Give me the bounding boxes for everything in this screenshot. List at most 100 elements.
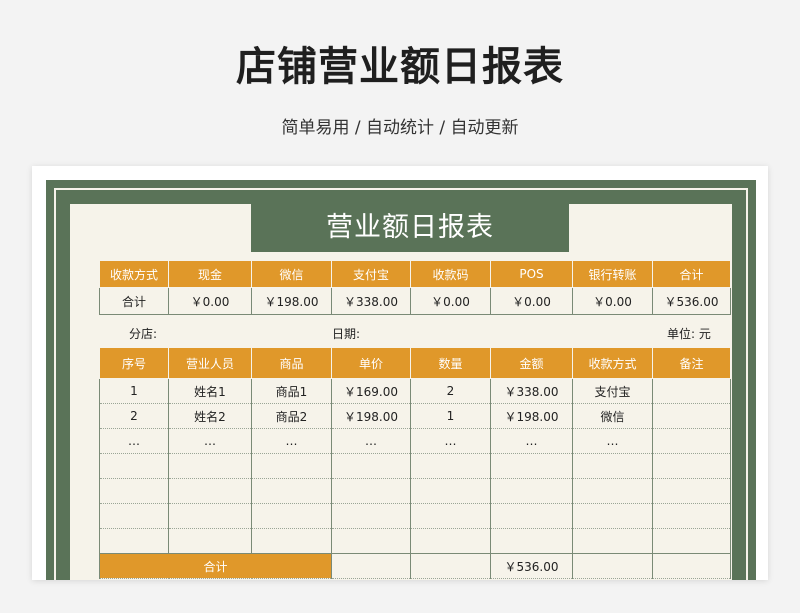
- table-cell[interactable]: 2: [410, 378, 491, 404]
- green-frame: 营业额日报表 收款方式 现金 微信 支付宝 收款码 POS 银行转账 合计 合计…: [46, 180, 756, 580]
- summary-cell[interactable]: ￥0.00: [410, 287, 491, 315]
- table-row: 2 姓名2 商品2 ￥198.00 1 ￥198.00 微信: [99, 403, 731, 429]
- table-cell[interactable]: …: [168, 428, 252, 454]
- table-cell[interactable]: [490, 478, 573, 504]
- table-cell[interactable]: [331, 478, 411, 504]
- table-cell[interactable]: [410, 453, 491, 479]
- table-cell[interactable]: [490, 503, 573, 529]
- summary-header-cell: 合计: [652, 260, 731, 288]
- summary-cell[interactable]: ￥536.00: [652, 287, 731, 315]
- table-cell[interactable]: 支付宝: [572, 378, 653, 404]
- table-cell[interactable]: [168, 478, 252, 504]
- summary-total-row: 合计 ￥0.00 ￥198.00 ￥338.00 ￥0.00 ￥0.00 ￥0.…: [99, 287, 731, 315]
- table-cell[interactable]: …: [251, 428, 332, 454]
- summary-header-cell: 收款方式: [99, 260, 169, 288]
- table-cell[interactable]: 商品2: [251, 403, 332, 429]
- table-cell[interactable]: …: [99, 428, 169, 454]
- detail-header-cell: 商品: [251, 347, 332, 379]
- table-cell[interactable]: …: [490, 428, 573, 454]
- table-cell[interactable]: [99, 528, 169, 554]
- table-cell[interactable]: [572, 528, 653, 554]
- detail-total-row: 合计 ￥536.00: [99, 553, 731, 579]
- summary-header-cell: 微信: [251, 260, 332, 288]
- total-label-cell: 合计: [99, 553, 332, 579]
- table-cell[interactable]: [410, 553, 491, 579]
- summary-cell[interactable]: ￥0.00: [572, 287, 653, 315]
- summary-header-cell: 现金: [168, 260, 252, 288]
- table-cell[interactable]: [572, 478, 653, 504]
- table-cell[interactable]: [168, 503, 252, 529]
- page-subtitle: 简单易用 / 自动统计 / 自动更新: [281, 118, 519, 138]
- table-cell[interactable]: [168, 453, 252, 479]
- table-cell[interactable]: [331, 503, 411, 529]
- table-cell[interactable]: [331, 528, 411, 554]
- table-cell[interactable]: [572, 503, 653, 529]
- table-cell[interactable]: …: [331, 428, 411, 454]
- summary-cell[interactable]: ￥338.00: [331, 287, 411, 315]
- table-cell[interactable]: [652, 553, 731, 579]
- table-cell[interactable]: [331, 553, 411, 579]
- summary-header-cell: 银行转账: [572, 260, 653, 288]
- sales-detail-table: 序号 营业人员 商品 单价 数量 金额 收款方式 备注 1 姓名1 商品1 ￥1…: [99, 347, 731, 579]
- detail-header-row: 序号 营业人员 商品 单价 数量 金额 收款方式 备注: [99, 347, 731, 379]
- table-cell[interactable]: 微信: [572, 403, 653, 429]
- store-label: 分店:: [129, 327, 158, 341]
- table-cell[interactable]: [251, 528, 332, 554]
- summary-cell[interactable]: 合计: [99, 287, 169, 315]
- table-cell[interactable]: [168, 528, 252, 554]
- detail-header-cell: 营业人员: [168, 347, 252, 379]
- table-cell[interactable]: 姓名1: [168, 378, 252, 404]
- sheet-title: 营业额日报表: [251, 204, 569, 252]
- summary-header-cell: 支付宝: [331, 260, 411, 288]
- table-cell[interactable]: 1: [410, 403, 491, 429]
- table-cell[interactable]: [410, 528, 491, 554]
- table-cell[interactable]: ￥338.00: [490, 378, 573, 404]
- table-cell[interactable]: [652, 478, 731, 504]
- table-cell[interactable]: …: [572, 428, 653, 454]
- summary-header-cell: 收款码: [410, 260, 491, 288]
- detail-header-cell: 数量: [410, 347, 491, 379]
- table-cell[interactable]: [410, 478, 491, 504]
- table-cell[interactable]: 2: [99, 403, 169, 429]
- detail-header-cell: 收款方式: [572, 347, 653, 379]
- table-cell[interactable]: [490, 453, 573, 479]
- table-cell[interactable]: ￥198.00: [490, 403, 573, 429]
- total-amount-cell[interactable]: ￥536.00: [490, 553, 573, 579]
- table-cell[interactable]: 商品1: [251, 378, 332, 404]
- table-cell[interactable]: [99, 503, 169, 529]
- table-row: [99, 528, 731, 554]
- table-cell[interactable]: [652, 428, 731, 454]
- table-cell[interactable]: [572, 453, 653, 479]
- table-cell[interactable]: [652, 528, 731, 554]
- table-cell[interactable]: [572, 553, 653, 579]
- spreadsheet-preview-card: 营业额日报表 收款方式 现金 微信 支付宝 收款码 POS 银行转账 合计 合计…: [32, 166, 768, 580]
- table-row: [99, 478, 731, 504]
- table-cell[interactable]: [251, 478, 332, 504]
- summary-cell[interactable]: ￥0.00: [168, 287, 252, 315]
- table-cell[interactable]: [652, 453, 731, 479]
- table-row: … … … … … … …: [99, 428, 731, 454]
- summary-cell[interactable]: ￥0.00: [490, 287, 573, 315]
- table-cell[interactable]: [652, 403, 731, 429]
- table-cell[interactable]: ￥198.00: [331, 403, 411, 429]
- detail-header-cell: 单价: [331, 347, 411, 379]
- table-cell[interactable]: [331, 453, 411, 479]
- table-cell[interactable]: …: [410, 428, 491, 454]
- table-cell[interactable]: [251, 453, 332, 479]
- date-label: 日期:: [332, 327, 361, 341]
- table-cell[interactable]: [410, 503, 491, 529]
- table-cell[interactable]: [652, 378, 731, 404]
- table-cell[interactable]: [490, 528, 573, 554]
- unit-label: 单位: 元: [667, 327, 711, 341]
- table-cell[interactable]: [251, 503, 332, 529]
- table-cell[interactable]: ￥169.00: [331, 378, 411, 404]
- table-cell[interactable]: [99, 478, 169, 504]
- payment-summary-table: 收款方式 现金 微信 支付宝 收款码 POS 银行转账 合计 合计 ￥0.00 …: [99, 260, 731, 315]
- table-cell[interactable]: 姓名2: [168, 403, 252, 429]
- table-cell[interactable]: 1: [99, 378, 169, 404]
- summary-cell[interactable]: ￥198.00: [251, 287, 332, 315]
- table-cell[interactable]: [652, 503, 731, 529]
- table-cell[interactable]: [99, 453, 169, 479]
- table-row: 1 姓名1 商品1 ￥169.00 2 ￥338.00 支付宝: [99, 378, 731, 404]
- report-sheet: 营业额日报表 收款方式 现金 微信 支付宝 收款码 POS 银行转账 合计 合计…: [70, 204, 732, 580]
